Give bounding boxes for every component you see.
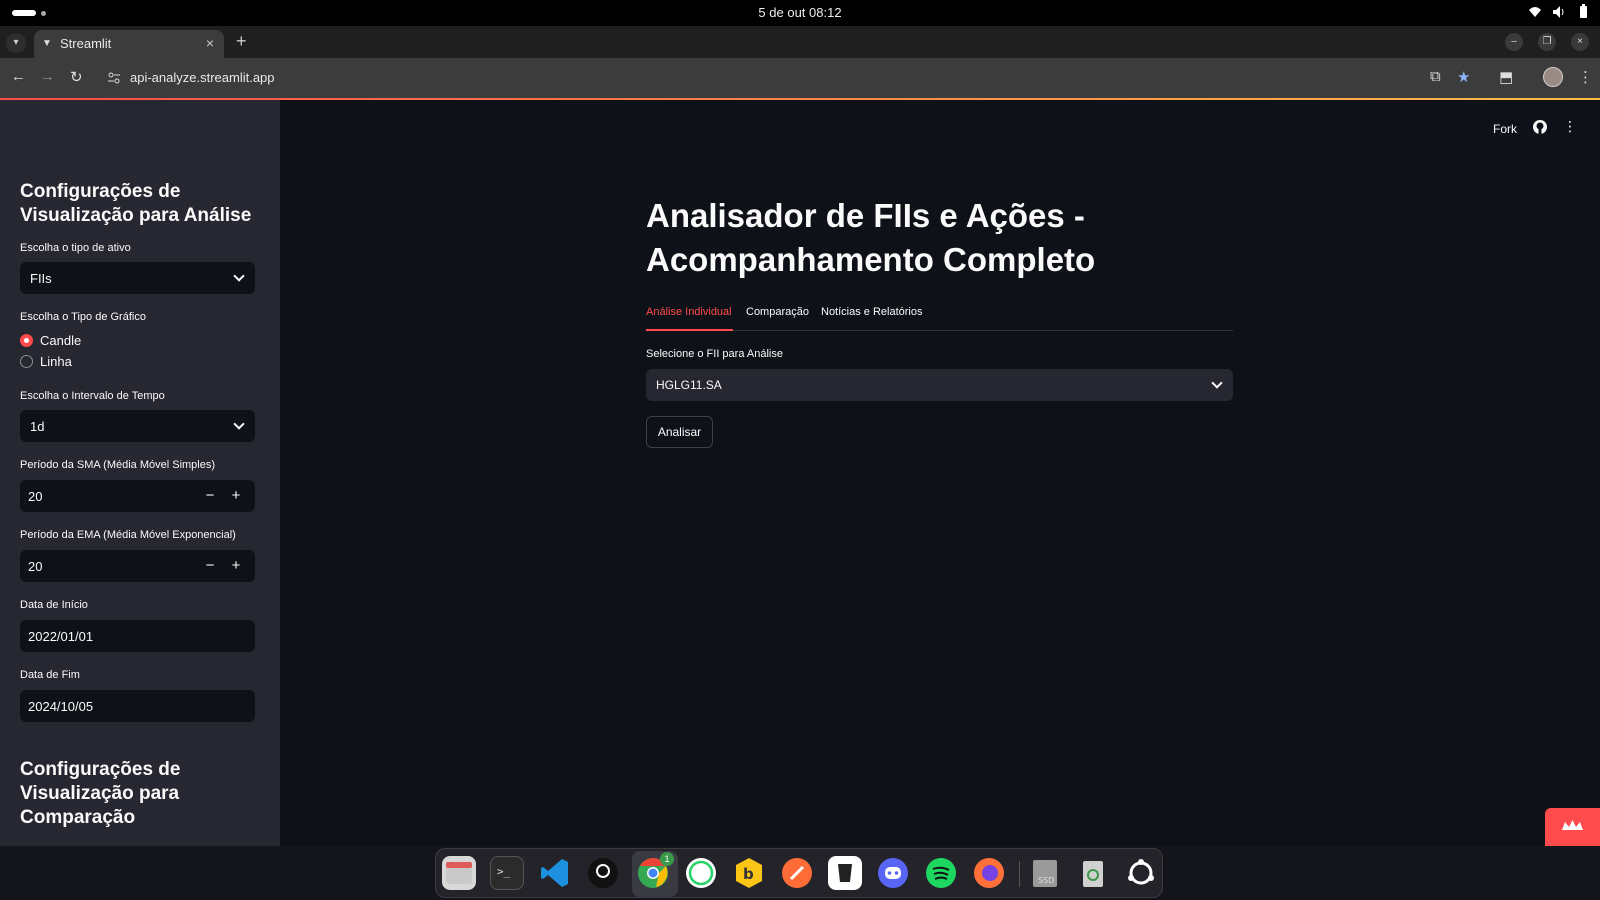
chevron-down-icon	[233, 270, 245, 282]
minimize-icon[interactable]: –	[1505, 33, 1523, 51]
github-icon[interactable]	[586, 856, 620, 890]
svg-text:b: b	[743, 865, 754, 883]
os-top-bar: 5 de out 08:12	[0, 0, 1600, 26]
tab-noticias-relatorios[interactable]: Notícias e Relatórios	[821, 306, 923, 318]
chrome-notification-badge: 1	[660, 852, 674, 866]
radio-candle-label[interactable]: Candle	[40, 333, 81, 348]
bookmark-star-icon[interactable]: ★	[1457, 68, 1470, 86]
sma-number-input[interactable]: 20 − +	[20, 480, 255, 512]
fii-select[interactable]: HGLG11.SA	[646, 369, 1233, 401]
active-tab-indicator	[646, 329, 733, 331]
vscode-icon[interactable]	[538, 856, 572, 890]
browser-tab-strip: ▾ ▼ Streamlit × + – ❐ ×	[0, 26, 1600, 58]
address-bar[interactable]: api-analyze.streamlit.app	[130, 70, 275, 85]
new-tab-icon[interactable]: +	[236, 31, 247, 52]
forward-icon[interactable]: →	[40, 68, 55, 85]
interval-select[interactable]: 1d	[20, 410, 255, 442]
wifi-icon[interactable]	[1528, 4, 1542, 20]
asset-type-value: FIIs	[30, 271, 52, 286]
battery-icon[interactable]	[1576, 4, 1590, 20]
close-window-icon[interactable]: ×	[1571, 33, 1589, 51]
sma-label: Período da SMA (Média Móvel Simples)	[20, 459, 216, 471]
page-title: Analisador de FIIs e Ações - Acompanhame…	[646, 197, 1096, 278]
main-menu-icon[interactable]: ⋮	[1563, 118, 1577, 135]
volume-icon[interactable]	[1552, 4, 1566, 20]
os-clock[interactable]: 5 de out 08:12	[0, 5, 1600, 20]
dock-separator	[1019, 861, 1020, 887]
fii-select-label: Selecione o FII para Análise	[646, 348, 783, 360]
chevron-down-icon	[1211, 377, 1223, 389]
start-date-value: 2022/01/01	[28, 629, 94, 644]
tab-title: Streamlit	[60, 36, 112, 51]
postman-icon[interactable]	[780, 856, 814, 890]
github-icon[interactable]	[1532, 119, 1548, 135]
streamlit-favicon-icon: ▼	[42, 38, 52, 49]
ssd-icon[interactable]: SSD	[1028, 856, 1062, 890]
svg-text:>_: >_	[497, 865, 511, 878]
sma-increment-button[interactable]: +	[226, 486, 246, 506]
radio-linha-label[interactable]: Linha	[40, 354, 72, 369]
spotify-icon[interactable]	[924, 856, 958, 890]
browser-toolbar: ← → ↻ api-analyze.streamlit.app ⧉ ★ ⬒ ⋮	[0, 58, 1600, 98]
close-tab-icon[interactable]: ×	[206, 35, 214, 51]
trash-icon[interactable]	[1076, 856, 1110, 890]
sma-value[interactable]: 20	[28, 489, 42, 504]
sma-decrement-button[interactable]: −	[200, 486, 220, 506]
tab-search-icon[interactable]: ▾	[6, 33, 26, 53]
ema-value[interactable]: 20	[28, 559, 42, 574]
radio-linha[interactable]	[20, 355, 33, 368]
start-date-input[interactable]: 2022/01/01	[20, 620, 255, 652]
end-date-input[interactable]: 2024/10/05	[20, 690, 255, 722]
interval-value: 1d	[30, 419, 45, 434]
extensions-icon[interactable]: ⬒	[1499, 68, 1513, 86]
interval-label: Escolha o Intervalo de Tempo	[20, 390, 165, 402]
chart-type-label: Escolha o Tipo de Gráfico	[20, 311, 146, 323]
start-date-label: Data de Início	[20, 599, 88, 611]
dock-bar: >_ 1 b SSD	[0, 846, 1600, 900]
fii-select-value: HGLG11.SA	[656, 378, 722, 392]
sidebar: Configurações de Visualização para Análi…	[0, 100, 280, 846]
ema-label: Período da EMA (Média Móvel Exponencial)	[20, 529, 236, 541]
ema-decrement-button[interactable]: −	[200, 556, 220, 576]
whatsapp-icon[interactable]	[684, 856, 718, 890]
back-icon[interactable]: ←	[11, 68, 26, 85]
chevron-down-icon	[233, 418, 245, 430]
asset-type-label: Escolha o tipo de ativo	[20, 242, 131, 254]
discord-icon[interactable]	[876, 856, 910, 890]
files-icon[interactable]	[442, 856, 476, 890]
apps-grid-icon[interactable]	[1124, 856, 1158, 890]
ema-number-input[interactable]: 20 − +	[20, 550, 255, 582]
tab-bar: Análise Individual Comparação Notícias e…	[646, 300, 1233, 331]
reload-icon[interactable]: ↻	[70, 68, 83, 86]
sidebar-section-title: Configurações de Visualização para Análi…	[20, 181, 252, 226]
terminal-icon[interactable]: >_	[490, 856, 524, 890]
asset-type-select[interactable]: FIIs	[20, 262, 255, 294]
restore-icon[interactable]: ❐	[1538, 33, 1556, 51]
sidebar-section2-title: Configurações de Visualização para Compa…	[20, 759, 181, 828]
inkscape-icon[interactable]	[828, 856, 862, 890]
chrome-menu-icon[interactable]: ⋮	[1578, 68, 1593, 86]
site-info-icon[interactable]	[107, 71, 121, 85]
end-date-label: Data de Fim	[20, 669, 80, 681]
crown-icon	[1562, 820, 1583, 830]
beekeeper-icon[interactable]: b	[732, 856, 766, 890]
streamlit-badge[interactable]	[1545, 808, 1600, 846]
browser-tab[interactable]: ▼ Streamlit ×	[34, 30, 224, 58]
dock: >_ 1 b SSD	[435, 848, 1163, 898]
radio-candle[interactable]	[20, 334, 33, 347]
tab-comparacao[interactable]: Comparação	[746, 306, 809, 318]
fork-link[interactable]: Fork	[1493, 122, 1517, 136]
analyze-button[interactable]: Analisar	[646, 416, 713, 448]
ema-increment-button[interactable]: +	[226, 556, 246, 576]
end-date-value: 2024/10/05	[28, 699, 94, 714]
system-tray[interactable]	[1528, 4, 1590, 20]
tab-analise-individual[interactable]: Análise Individual	[646, 306, 732, 318]
install-app-icon[interactable]: ⧉	[1430, 68, 1441, 85]
profile-avatar[interactable]	[1543, 67, 1563, 87]
firefox-icon[interactable]	[972, 856, 1006, 890]
main-content: Fork ⋮ Analisador de FIIs e Ações - Acom…	[280, 100, 1600, 846]
svg-text:SSD: SSD	[1038, 876, 1054, 885]
